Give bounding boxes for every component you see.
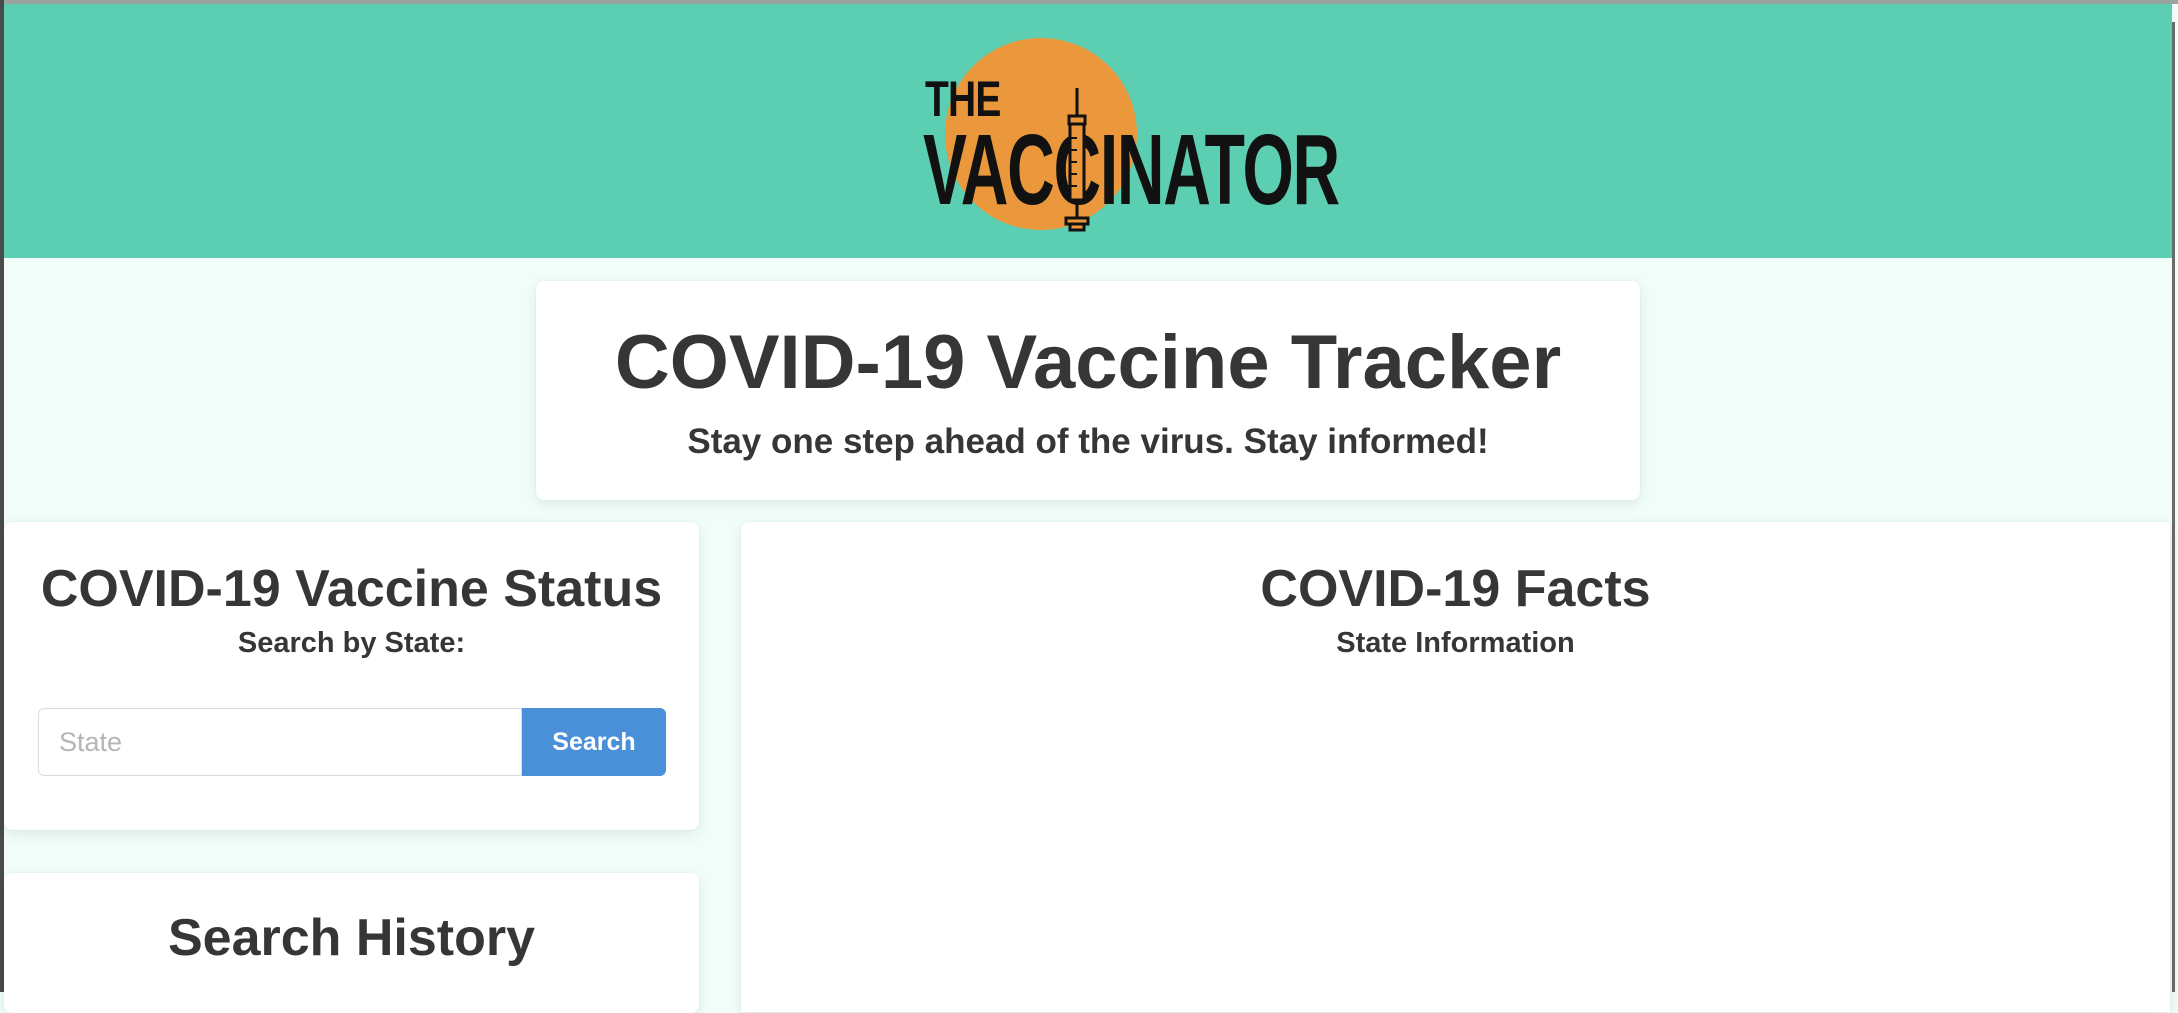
state-information-label: State Information (1336, 627, 1575, 659)
syringe-icon (1064, 88, 1090, 232)
page-scrollbar[interactable] (2172, 22, 2175, 992)
search-button[interactable]: Search (522, 708, 666, 776)
state-search-input[interactable] (38, 708, 522, 776)
page-title: COVID-19 Vaccine Tracker (614, 320, 1562, 405)
vaccinator-logo[interactable]: THE VACCINATOR (919, 34, 1340, 234)
covid-facts-panel: COVID-19 Facts State Information (741, 522, 2170, 1012)
covid-facts-title: COVID-19 Facts (1260, 560, 1651, 618)
vaccine-status-panel: COVID-19 Vaccine Status Search by State:… (4, 522, 699, 830)
logo-text-vaccinator: VACCINATOR (923, 114, 1340, 226)
search-by-state-label: Search by State: (237, 627, 466, 659)
search-history-panel: Search History (4, 873, 699, 1013)
page-subtitle: Stay one step ahead of the virus. Stay i… (687, 422, 1489, 461)
site-header: THE VACCINATOR (4, 4, 2172, 258)
search-history-title: Search History (167, 909, 536, 967)
state-search-form: Search (38, 708, 666, 776)
vaccine-status-title: COVID-19 Vaccine Status (40, 560, 663, 618)
hero-card: COVID-19 Vaccine Tracker Stay one step a… (536, 281, 1640, 500)
